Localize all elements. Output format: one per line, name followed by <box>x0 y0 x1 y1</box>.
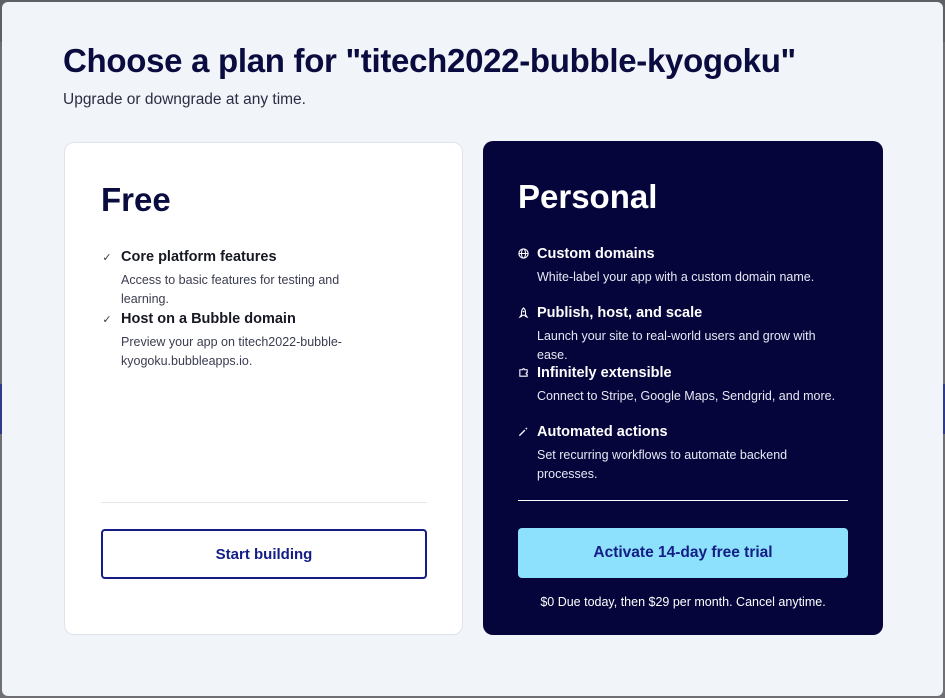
rocket-icon <box>517 307 529 321</box>
check-icon: ✓ <box>102 252 112 264</box>
puzzle-icon <box>517 367 529 381</box>
feature-description: White-label your app with a custom domai… <box>537 270 815 284</box>
pricing-fine-print: $0 Due today, then $29 per month. Cancel… <box>540 595 826 609</box>
personal-plan-card: Personal Custom domains White-label your… <box>483 141 883 635</box>
feature-title: Core platform features <box>121 249 277 265</box>
feature-title: Custom domains <box>537 246 655 262</box>
start-building-button[interactable]: Start building <box>101 529 427 579</box>
feature-title: Infinitely extensible <box>537 365 672 381</box>
feature-title: Publish, host, and scale <box>537 305 703 321</box>
feature-description: Launch your site to real-world users and… <box>537 329 816 362</box>
globe-icon <box>517 248 529 262</box>
magic-wand-icon <box>517 426 529 440</box>
plan-modal: Choose a plan for "titech2022-bubble-kyo… <box>2 2 943 696</box>
modal-title: Choose a plan for "titech2022-bubble-kyo… <box>63 42 796 79</box>
feature-title: Automated actions <box>537 424 668 440</box>
free-plan-name: Free <box>101 181 171 218</box>
modal-subtitle: Upgrade or downgrade at any time. <box>63 91 306 108</box>
personal-plan-name: Personal <box>518 178 658 215</box>
feature-description: Access to basic features for testing and… <box>121 273 340 306</box>
feature-description: Connect to Stripe, Google Maps, Sendgrid… <box>537 389 836 403</box>
free-plan-card: Free ✓ Core platform features Access to … <box>64 142 463 635</box>
check-icon: ✓ <box>102 314 112 326</box>
feature-description: Set recurring workflows to automate back… <box>537 448 788 481</box>
feature-description: Preview your app on titech2022-bubble-ky… <box>121 335 342 368</box>
personal-card-divider <box>518 500 848 501</box>
free-card-divider <box>101 502 427 503</box>
activate-trial-button[interactable]: Activate 14-day free trial <box>518 528 848 578</box>
feature-title: Host on a Bubble domain <box>121 311 296 327</box>
